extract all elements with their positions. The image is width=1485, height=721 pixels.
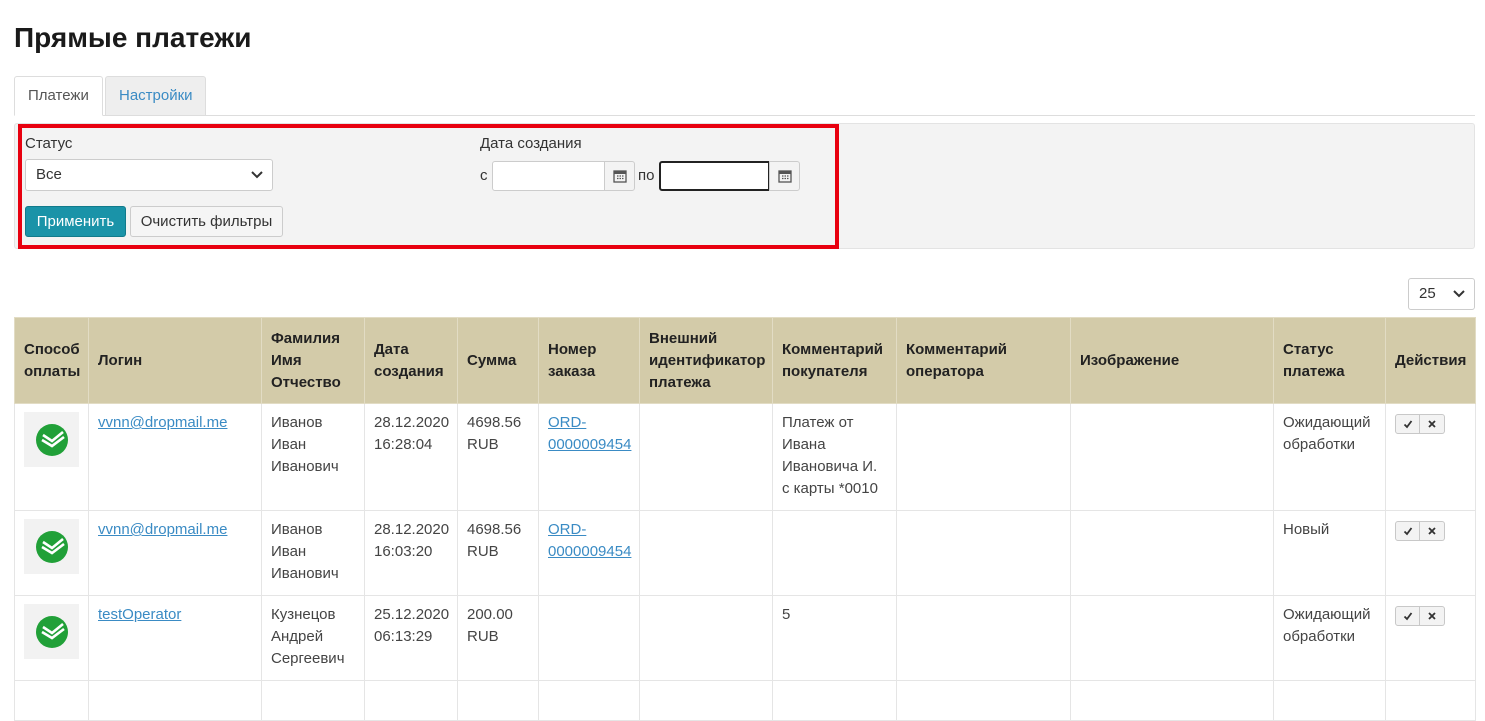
table-row: vvnn@dropmail.me Иванов Иван Иванович 28…	[14, 510, 1476, 596]
actions-group	[1395, 521, 1466, 541]
per-page-select[interactable]: 25	[1408, 278, 1475, 310]
sberbank-logo-icon	[24, 519, 79, 574]
payment-method-cell	[14, 595, 89, 681]
column-header: Логин	[88, 317, 262, 404]
column-header: Действия	[1385, 317, 1476, 404]
sberbank-logo-icon	[24, 604, 79, 659]
approve-button[interactable]	[1395, 521, 1420, 541]
operator-comment-cell	[896, 595, 1071, 681]
sberbank-logo-icon	[24, 412, 79, 467]
column-header: Комментарий покупателя	[772, 317, 897, 404]
column-header: Фамилия Имя Отчество	[261, 317, 365, 404]
fio-cell: Иванов Иван Иванович	[261, 510, 365, 596]
fio-cell: Иванов Иван Иванович	[261, 403, 365, 511]
login-cell: testOperator	[88, 595, 262, 681]
payments-table: Способ оплаты Логин Фамилия Имя Отчество…	[14, 317, 1476, 721]
approve-button[interactable]	[1395, 606, 1420, 626]
operator-comment-cell	[896, 510, 1071, 596]
customer-comment-cell: 5	[772, 595, 897, 681]
table-row: vvnn@dropmail.me Иванов Иван Иванович 28…	[14, 403, 1476, 511]
date-cell: 28.12.2020 16:03:20	[364, 510, 458, 596]
clear-filters-button[interactable]: Очистить фильтры	[130, 206, 283, 237]
column-header: Внешний идентификатор платежа	[639, 317, 773, 404]
close-icon	[1428, 527, 1436, 535]
date-to-calendar-button[interactable]	[769, 161, 800, 191]
actions-cell	[1385, 403, 1476, 511]
date-to-label: по	[638, 167, 655, 184]
tabs: Платежи Настройки	[14, 76, 1475, 116]
actions-cell	[1385, 595, 1476, 681]
check-icon	[1403, 612, 1412, 621]
status-cell: Ожидающий обработки	[1273, 595, 1386, 681]
date-cell: 25.12.2020 06:13:29	[364, 595, 458, 681]
actions-group	[1395, 606, 1466, 626]
status-select[interactable]: Все	[25, 159, 273, 191]
check-icon	[1403, 527, 1412, 536]
date-from-calendar-button[interactable]	[604, 161, 635, 191]
order-link[interactable]: ORD-0000009454	[548, 414, 631, 453]
payment-method-cell	[14, 403, 89, 511]
payment-method-cell	[14, 510, 89, 596]
table-header-row: Способ оплаты Логин Фамилия Имя Отчество…	[14, 317, 1476, 404]
amount-cell: 4698.56 RUB	[457, 403, 539, 511]
date-created-label: Дата создания	[480, 135, 582, 152]
column-header: Комментарий оператора	[896, 317, 1071, 404]
amount-cell: 4698.56 RUB	[457, 510, 539, 596]
login-cell: vvnn@dropmail.me	[88, 403, 262, 511]
status-cell: Новый	[1273, 510, 1386, 596]
status-select-value: Все	[36, 166, 62, 183]
image-cell	[1070, 403, 1274, 511]
login-link[interactable]: vvnn@dropmail.me	[98, 521, 227, 538]
reject-button[interactable]	[1420, 414, 1445, 434]
close-icon	[1428, 420, 1436, 428]
order-cell: ORD-0000009454	[538, 403, 640, 511]
page-title: Прямые платежи	[14, 22, 252, 53]
status-cell: Ожидающий обработки	[1273, 403, 1386, 511]
date-cell: 28.12.2020 16:28:04	[364, 403, 458, 511]
login-cell: vvnn@dropmail.me	[88, 510, 262, 596]
image-cell	[1070, 510, 1274, 596]
column-header: Номер заказа	[538, 317, 640, 404]
order-cell	[538, 595, 640, 681]
date-to-input[interactable]	[659, 161, 770, 191]
login-link[interactable]: testOperator	[98, 606, 181, 623]
column-header: Способ оплаты	[14, 317, 89, 404]
per-page-value: 25	[1419, 285, 1436, 302]
calendar-icon	[777, 170, 792, 183]
column-header: Дата создания	[364, 317, 458, 404]
column-header: Сумма	[457, 317, 539, 404]
customer-comment-cell: Платеж от Ивана Ивановича И. с карты *00…	[772, 403, 897, 511]
reject-button[interactable]	[1420, 606, 1445, 626]
check-icon	[1403, 420, 1412, 429]
column-header: Изображение	[1070, 317, 1274, 404]
amount-cell: 200.00 RUB	[457, 595, 539, 681]
calendar-icon	[612, 170, 627, 183]
chevron-down-icon	[1453, 290, 1465, 298]
date-from-label: с	[480, 167, 488, 184]
status-label: Статус	[25, 135, 73, 152]
actions-cell	[1385, 510, 1476, 596]
chevron-down-icon	[251, 171, 263, 179]
external-id-cell	[639, 403, 773, 511]
apply-button[interactable]: Применить	[25, 206, 126, 237]
fio-cell: Кузнецов Андрей Сергеевич	[261, 595, 365, 681]
external-id-cell	[639, 595, 773, 681]
reject-button[interactable]	[1420, 521, 1445, 541]
order-link[interactable]: ORD-0000009454	[548, 521, 631, 560]
approve-button[interactable]	[1395, 414, 1420, 434]
login-link[interactable]: vvnn@dropmail.me	[98, 414, 227, 431]
image-cell	[1070, 595, 1274, 681]
tab-settings[interactable]: Настройки	[105, 76, 206, 116]
external-id-cell	[639, 510, 773, 596]
order-cell: ORD-0000009454	[538, 510, 640, 596]
tab-payments[interactable]: Платежи	[14, 76, 103, 116]
operator-comment-cell	[896, 403, 1071, 511]
column-header: Статус платежа	[1273, 317, 1386, 404]
date-from-input[interactable]	[492, 161, 605, 191]
table-row: testOperator Кузнецов Андрей Сергеевич 2…	[14, 595, 1476, 681]
close-icon	[1428, 612, 1436, 620]
customer-comment-cell	[772, 510, 897, 596]
actions-group	[1395, 414, 1466, 434]
